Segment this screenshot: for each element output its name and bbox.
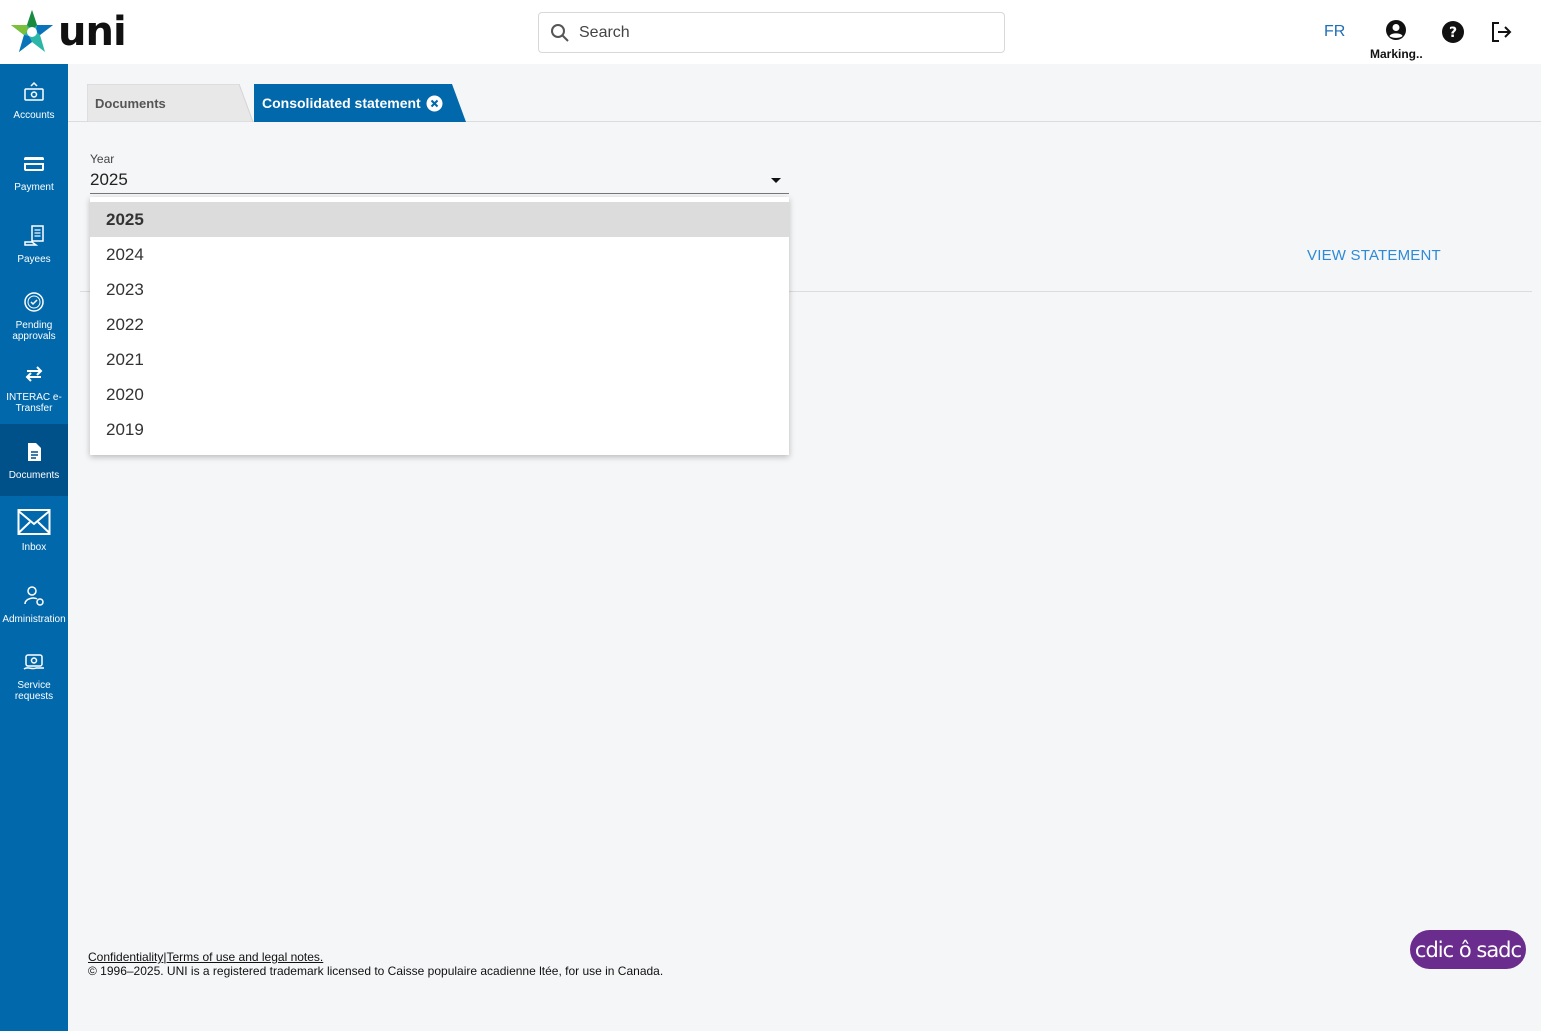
sidebar-item-inbox[interactable]: Inbox xyxy=(0,508,68,580)
search-input[interactable] xyxy=(579,23,979,42)
sidebar-item-administration[interactable]: Administration xyxy=(0,584,68,656)
sidebar-item-service-requests[interactable]: Service requests xyxy=(0,650,68,722)
year-option[interactable]: 2025 xyxy=(90,202,789,237)
search-box[interactable] xyxy=(538,12,1005,53)
sidebar-item-label: INTERAC e-Transfer xyxy=(6,392,62,414)
sidebar-nav: Accounts Payment Payees Pending approval… xyxy=(0,64,68,1031)
language-toggle[interactable]: FR xyxy=(1324,23,1345,41)
logout-icon[interactable] xyxy=(1489,20,1513,44)
tab-bar: Documents Consolidated statement xyxy=(68,64,1541,122)
uni-logo[interactable]: uni xyxy=(8,8,127,56)
document-icon xyxy=(28,443,41,461)
year-dropdown-menu: 2025 2024 2023 2022 2021 2020 2019 xyxy=(90,197,789,455)
sidebar-item-documents[interactable]: Documents xyxy=(0,424,68,496)
year-option[interactable]: 2022 xyxy=(90,307,789,342)
uni-star-icon xyxy=(11,10,53,52)
cdic-logo[interactable]: cdic ô sadc xyxy=(1410,930,1526,969)
user-gear-icon xyxy=(24,586,44,606)
app-header: uni FR Marking.. ? xyxy=(0,0,1541,64)
transfer-arrows-icon xyxy=(25,366,43,382)
svg-text:?: ? xyxy=(1449,25,1457,41)
sidebar-item-accounts[interactable]: Accounts xyxy=(0,80,68,152)
help-icon[interactable]: ? xyxy=(1441,20,1465,44)
user-menu[interactable]: Marking.. xyxy=(1370,19,1423,61)
search-icon xyxy=(551,23,569,42)
year-value: 2025 xyxy=(90,170,128,189)
sidebar-item-label: Documents xyxy=(8,470,60,481)
year-select[interactable]: 2025 xyxy=(90,170,789,194)
tab-label: Consolidated statement xyxy=(262,95,421,111)
tab-label: Documents xyxy=(95,96,166,111)
accounts-icon xyxy=(24,81,44,101)
envelope-icon xyxy=(17,509,51,535)
year-option[interactable]: 2023 xyxy=(90,272,789,307)
tab-documents[interactable]: Documents xyxy=(87,84,253,122)
user-name: Marking.. xyxy=(1370,47,1423,61)
confidentiality-link[interactable]: Confidentiality xyxy=(88,950,163,964)
sidebar-item-label: Service requests xyxy=(14,680,54,702)
badge-check-icon xyxy=(24,292,44,312)
sidebar-item-payees[interactable]: Payees xyxy=(0,224,68,296)
payees-icon xyxy=(24,225,44,246)
sidebar-item-payment[interactable]: Payment xyxy=(0,152,68,224)
sidebar-item-label: Administration xyxy=(2,614,66,625)
sidebar-item-label: Pending approvals xyxy=(12,320,56,342)
sidebar-item-label: Payees xyxy=(17,254,51,265)
year-option[interactable]: 2024 xyxy=(90,237,789,272)
service-icon xyxy=(23,654,44,670)
year-option[interactable]: 2021 xyxy=(90,342,789,377)
year-label: Year xyxy=(90,152,115,166)
copyright-text: © 1996–2025. UNI is a registered tradema… xyxy=(88,964,664,978)
user-avatar-icon xyxy=(1386,20,1406,40)
footer: Confidentiality|Terms of use and legal n… xyxy=(88,950,663,978)
card-icon xyxy=(24,157,44,171)
logo-text: uni xyxy=(58,9,127,55)
sidebar-item-label: Payment xyxy=(14,182,54,193)
tab-consolidated-statement[interactable]: Consolidated statement xyxy=(254,84,466,122)
close-icon[interactable] xyxy=(426,95,443,112)
sidebar-item-pending-approvals[interactable]: Pending approvals xyxy=(0,290,68,362)
caret-down-icon xyxy=(771,178,781,183)
year-option[interactable]: 2019 xyxy=(90,412,789,447)
sidebar-item-label: Accounts xyxy=(13,110,55,121)
terms-link[interactable]: Terms of use and legal notes. xyxy=(167,950,324,964)
view-statement-button[interactable]: VIEW STATEMENT xyxy=(1307,247,1441,264)
sidebar-item-label: Inbox xyxy=(21,542,47,553)
year-option[interactable]: 2020 xyxy=(90,377,789,412)
